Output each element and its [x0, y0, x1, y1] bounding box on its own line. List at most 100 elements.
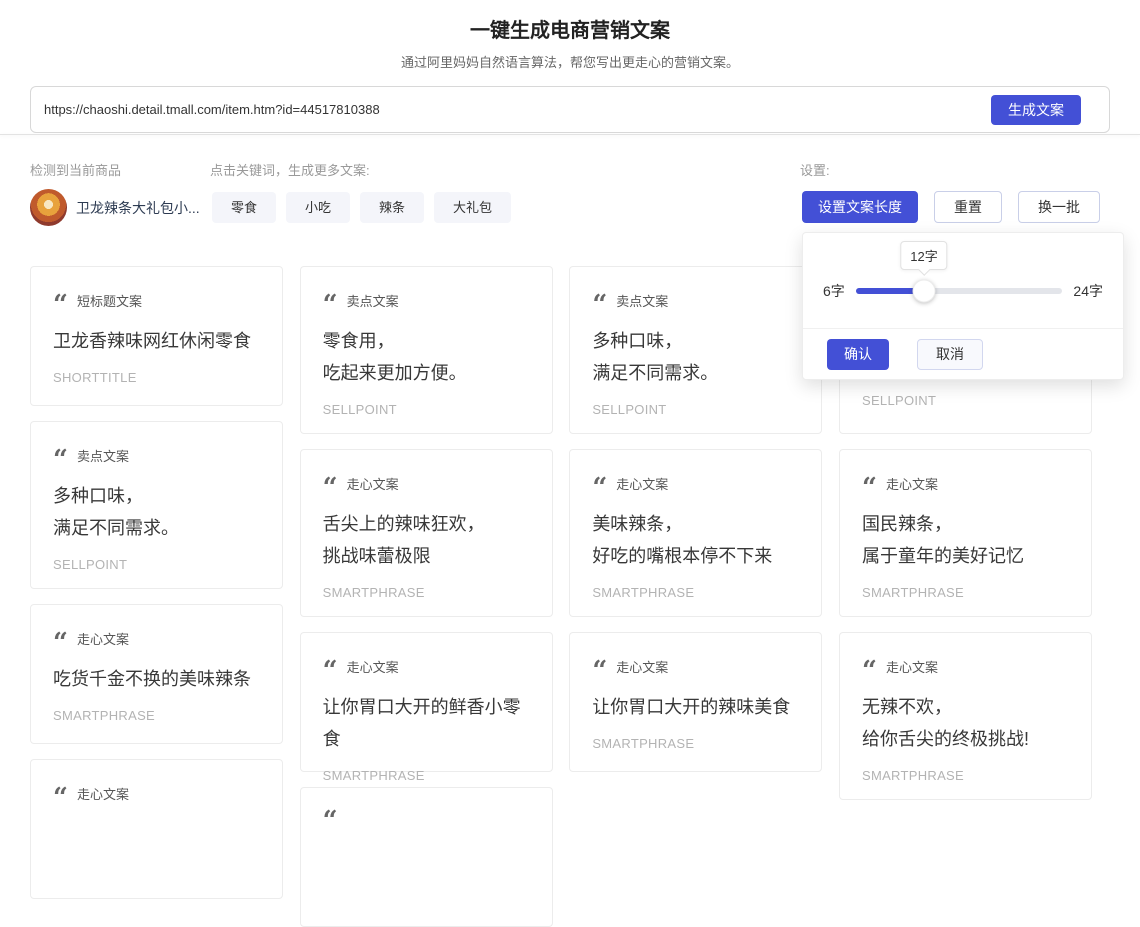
- card-text-line: 卫龙香辣味网红休闲零食: [53, 325, 260, 357]
- quote-icon: “: [862, 666, 877, 676]
- card-type: SELLPOINT: [323, 402, 530, 417]
- card-text-line: 挑战味蕾极限: [323, 540, 530, 572]
- keyword-chip[interactable]: 零食: [212, 192, 276, 223]
- card-type: SMARTPHRASE: [323, 585, 530, 600]
- keyword-chips: 零食 小吃 辣条 大礼包: [212, 192, 511, 223]
- url-input[interactable]: [31, 87, 971, 132]
- keywords-label: 点击关键词，生成更多文案:: [210, 160, 370, 179]
- card-label: 走心文案: [886, 474, 938, 493]
- card-label: 走心文案: [347, 474, 399, 493]
- card-label: 走心文案: [77, 629, 129, 648]
- copy-card[interactable]: “ 走心文案: [30, 759, 283, 899]
- quote-icon: “: [592, 300, 607, 310]
- copy-card[interactable]: “ 走心文案 美味辣条， 好吃的嘴根本停不下来 SMARTPHRASE: [569, 449, 822, 617]
- product-image: [30, 189, 67, 226]
- card-head: “ 走心文案: [592, 474, 799, 493]
- copy-card[interactable]: “ 短标题文案 卫龙香辣味网红休闲零食 SHORTTITLE: [30, 266, 283, 406]
- copy-card[interactable]: “ 走心文案 吃货千金不换的美味辣条 SMARTPHRASE: [30, 604, 283, 744]
- card-head: “ 走心文案: [592, 657, 799, 676]
- card-text-line: 满足不同需求。: [592, 357, 799, 389]
- header-divider: [0, 134, 1140, 135]
- card-text-line: 属于童年的美好记忆: [862, 540, 1069, 572]
- slider-thumb[interactable]: [912, 280, 935, 303]
- card-label: 走心文案: [616, 474, 668, 493]
- detected-product[interactable]: 卫龙辣条大礼包小...: [30, 189, 200, 226]
- cards-column-3: “ 卖点文案 多种口味， 满足不同需求。 SELLPOINT “ 走心文案 美味…: [569, 266, 822, 927]
- card-label: 短标题文案: [77, 291, 142, 310]
- quote-icon: “: [53, 638, 68, 648]
- quote-icon: “: [592, 666, 607, 676]
- keyword-chip[interactable]: 大礼包: [434, 192, 511, 223]
- reset-button[interactable]: 重置: [934, 191, 1002, 223]
- refresh-batch-button[interactable]: 换一批: [1018, 191, 1100, 223]
- card-text-line: 好吃的嘴根本停不下来: [592, 540, 799, 572]
- keyword-chip[interactable]: 辣条: [360, 192, 424, 223]
- page-header: 一键生成电商营销文案 通过阿里妈妈自然语言算法，帮您写出更走心的营销文案。: [0, 14, 1140, 71]
- copy-card[interactable]: “ 走心文案 舌尖上的辣味狂欢， 挑战味蕾极限 SMARTPHRASE: [300, 449, 553, 617]
- card-head: “ 卖点文案: [53, 446, 260, 465]
- card-label: 卖点文案: [77, 446, 129, 465]
- quote-icon: “: [592, 483, 607, 493]
- slider-min-label: 6字: [823, 281, 845, 301]
- copy-card[interactable]: “ 卖点文案 多种口味， 满足不同需求。 SELLPOINT: [569, 266, 822, 434]
- card-type: SMARTPHRASE: [323, 768, 530, 783]
- card-head: “ 卖点文案: [592, 291, 799, 310]
- cards-column-1: “ 短标题文案 卫龙香辣味网红休闲零食 SHORTTITLE “ 卖点文案 多种…: [30, 266, 283, 927]
- card-type: SELLPOINT: [592, 402, 799, 417]
- detected-product-label: 检测到当前商品: [30, 160, 121, 179]
- card-head: “ 走心文案: [53, 629, 260, 648]
- card-text-line: 满足不同需求。: [53, 512, 260, 544]
- quote-icon: “: [323, 300, 338, 310]
- length-slider-row: 6字 12字 24字: [823, 281, 1103, 301]
- copy-card[interactable]: “ 走心文案 让你胃口大开的辣味美食 SMARTPHRASE: [569, 632, 822, 772]
- quote-icon: “: [323, 666, 338, 676]
- card-text-line: 吃起来更加方便。: [323, 357, 530, 389]
- card-text-line: 多种口味，: [592, 325, 799, 357]
- quote-icon: “: [53, 793, 68, 803]
- cancel-button[interactable]: 取消: [917, 339, 983, 370]
- card-text-line: 国民辣条，: [862, 508, 1069, 540]
- card-head: “ 走心文案: [53, 784, 260, 803]
- card-text-line: 让你胃口大开的鲜香小零食: [323, 691, 530, 755]
- card-text-line: 多种口味，: [53, 480, 260, 512]
- copy-card[interactable]: “ 走心文案 无辣不欢， 给你舌尖的终极挑战! SMARTPHRASE: [839, 632, 1092, 800]
- card-head: “ 走心文案: [862, 657, 1069, 676]
- copy-card[interactable]: “ 卖点文案 多种口味， 满足不同需求。 SELLPOINT: [30, 421, 283, 589]
- card-text-line: 让你胃口大开的辣味美食: [592, 691, 799, 723]
- quote-icon: “: [323, 816, 338, 826]
- quote-icon: “: [53, 455, 68, 465]
- set-copy-length-button[interactable]: 设置文案长度: [802, 191, 918, 223]
- cards-column-2: “ 卖点文案 零食用， 吃起来更加方便。 SELLPOINT “ 走心文案 舌尖…: [300, 266, 553, 927]
- quote-icon: “: [323, 483, 338, 493]
- card-type: SHORTTITLE: [53, 370, 260, 385]
- copy-card[interactable]: “: [300, 787, 553, 927]
- copy-card[interactable]: “ 走心文案 让你胃口大开的鲜香小零食 SMARTPHRASE: [300, 632, 553, 772]
- card-label: 走心文案: [886, 657, 938, 676]
- product-name: 卫龙辣条大礼包小...: [76, 198, 200, 218]
- popover-body: 6字 12字 24字: [803, 233, 1123, 330]
- card-text-line: 舌尖上的辣味狂欢，: [323, 508, 530, 540]
- card-type: SMARTPHRASE: [862, 768, 1069, 783]
- card-text-line: 美味辣条，: [592, 508, 799, 540]
- card-head: “ 短标题文案: [53, 291, 260, 310]
- settings-buttons: 设置文案长度 重置 换一批: [802, 191, 1100, 223]
- card-text-line: 给你舌尖的终极挑战!: [862, 723, 1069, 755]
- card-type: SMARTPHRASE: [862, 585, 1069, 600]
- length-slider-track[interactable]: 12字: [856, 288, 1063, 294]
- popover-footer: 确认 取消: [803, 328, 1123, 379]
- card-head: “: [323, 812, 530, 822]
- card-type: SELLPOINT: [862, 393, 1069, 408]
- card-head: “ 走心文案: [323, 474, 530, 493]
- card-label: 走心文案: [347, 657, 399, 676]
- generate-copy-button[interactable]: 生成文案: [991, 95, 1081, 125]
- url-input-box: 生成文案: [30, 86, 1110, 133]
- confirm-button[interactable]: 确认: [827, 339, 889, 370]
- card-label: 走心文案: [616, 657, 668, 676]
- card-type: SMARTPHRASE: [592, 585, 799, 600]
- page-title: 一键生成电商营销文案: [0, 14, 1140, 43]
- copy-length-popover: 6字 12字 24字 确认 取消: [802, 232, 1124, 380]
- copy-card[interactable]: “ 走心文案 国民辣条， 属于童年的美好记忆 SMARTPHRASE: [839, 449, 1092, 617]
- keyword-chip[interactable]: 小吃: [286, 192, 350, 223]
- copy-card[interactable]: “ 卖点文案 零食用， 吃起来更加方便。 SELLPOINT: [300, 266, 553, 434]
- card-label: 走心文案: [77, 784, 129, 803]
